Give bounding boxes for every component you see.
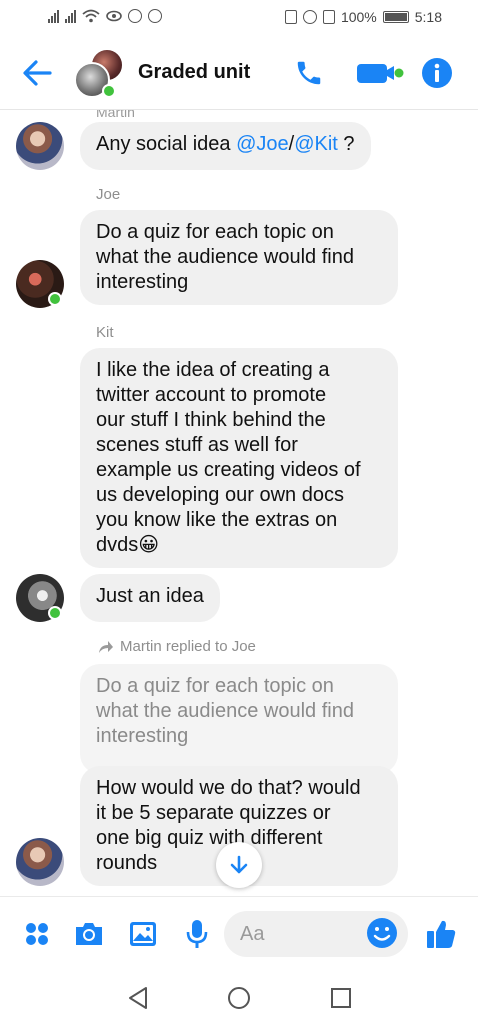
phone-icon: [297, 61, 321, 85]
back-arrow-icon: [23, 60, 52, 86]
mention-kit[interactable]: @Kit: [294, 133, 338, 155]
online-indicator: [48, 606, 62, 620]
clock: 5:18: [414, 9, 442, 25]
video-call-button[interactable]: [354, 54, 408, 92]
eye-icon: [106, 10, 122, 22]
nav-home-button[interactable]: [225, 984, 253, 1012]
message-text: ?: [337, 133, 355, 155]
group-avatar[interactable]: [74, 48, 126, 100]
nav-back-icon: [129, 987, 147, 1009]
nav-recents-button[interactable]: [327, 984, 355, 1012]
system-nav-bar: [0, 974, 478, 1023]
grinning-emoji: 😀: [138, 534, 160, 556]
apps-button[interactable]: [20, 917, 54, 951]
mention-joe[interactable]: @Joe: [236, 133, 289, 155]
message-line: scenes stuff as well for: [96, 434, 298, 456]
avatar-martin[interactable]: [16, 122, 64, 170]
message-line: us developing our own docs: [96, 484, 344, 506]
info-icon: [422, 58, 452, 88]
message-composer: [0, 896, 478, 974]
message-line: Do a quiz for each topic on: [96, 221, 334, 243]
vibrate-icon: [322, 10, 335, 24]
message-line: our stuff I think behind the: [96, 409, 326, 431]
status-left-icons: [48, 9, 162, 23]
back-button[interactable]: [20, 56, 54, 90]
message-bubble[interactable]: Just an idea: [80, 574, 220, 622]
sender-name-kit: Kit: [96, 324, 114, 341]
signal-icon-2: [65, 9, 76, 23]
camera-icon: [76, 923, 102, 945]
alarm-icon: [302, 10, 317, 24]
online-indicator: [102, 84, 116, 98]
reply-note: Martin replied to Joe: [98, 638, 256, 655]
arrow-down-icon: [230, 855, 248, 874]
scroll-to-bottom-button[interactable]: [216, 842, 262, 888]
wifi-icon: [82, 9, 100, 23]
like-button[interactable]: [424, 917, 458, 951]
thumbs-up-icon: [427, 920, 456, 948]
quoted-line: interesting: [96, 725, 189, 747]
message-line: it be 5 separate quizzes or: [96, 802, 331, 824]
chat-title[interactable]: Graded unit: [138, 61, 250, 84]
status-right-icons: 100% 5:18: [284, 9, 442, 25]
signal-icon: [48, 9, 59, 23]
online-indicator: [48, 292, 62, 306]
message-line: you know like the extras on: [96, 509, 338, 531]
gallery-button[interactable]: [126, 917, 160, 951]
message-bubble[interactable]: Any social idea @Joe/@Kit ?: [80, 122, 371, 170]
reply-note-text: Martin replied to Joe: [120, 638, 256, 655]
nav-home-icon: [228, 987, 250, 1009]
voice-button[interactable]: [180, 917, 214, 951]
message-line: interesting: [96, 271, 189, 293]
call-button[interactable]: [290, 54, 328, 92]
nav-back-button[interactable]: [124, 984, 152, 1012]
emoji-button[interactable]: [366, 917, 398, 949]
message-bubble[interactable]: I like the idea of creating a twitter ac…: [80, 348, 398, 568]
message-line: How would we do that? would: [96, 777, 361, 799]
message-line: I like the idea of creating a: [96, 359, 330, 381]
apps-grid-icon: [26, 923, 48, 945]
nfc-icon: [284, 10, 297, 24]
reply-arrow-icon: [99, 640, 113, 653]
message-line: what the audience would find: [96, 246, 354, 268]
info-button[interactable]: [420, 54, 454, 92]
microphone-icon: [186, 920, 208, 948]
camera-button[interactable]: [72, 917, 106, 951]
quoted-line: what the audience would find: [96, 700, 354, 722]
status-bar: 100% 5:18: [0, 0, 478, 34]
gallery-icon: [130, 922, 156, 946]
message-thread[interactable]: Martin Any social idea @Joe/@Kit ? Joe D…: [0, 110, 478, 896]
sender-name-cutoff: Martin: [96, 110, 135, 120]
battery-percent: 100%: [340, 9, 377, 25]
video-camera-icon: [357, 64, 404, 83]
whatsapp-notification-icon: [148, 9, 162, 23]
message-text: Any social idea: [96, 133, 237, 155]
message-line: example us creating videos of: [96, 459, 361, 481]
chat-header: Graded unit: [0, 34, 478, 110]
message-bubble[interactable]: Do a quiz for each topic on what the aud…: [80, 210, 398, 305]
message-text: dvds: [96, 534, 139, 556]
message-text: Just an idea: [96, 585, 204, 607]
message-line: twitter account to promote: [96, 384, 327, 406]
avatar-martin[interactable]: [16, 838, 64, 886]
quoted-message[interactable]: Do a quiz for each topic on what the aud…: [80, 664, 398, 774]
messenger-notification-icon: [128, 9, 142, 23]
emoji-icon: [367, 918, 397, 948]
nav-recents-icon: [331, 988, 351, 1008]
quoted-line: Do a quiz for each topic on: [96, 675, 334, 697]
message-line: dvds😀: [96, 533, 382, 558]
battery-icon: [382, 11, 409, 23]
sender-name-joe: Joe: [96, 186, 121, 203]
